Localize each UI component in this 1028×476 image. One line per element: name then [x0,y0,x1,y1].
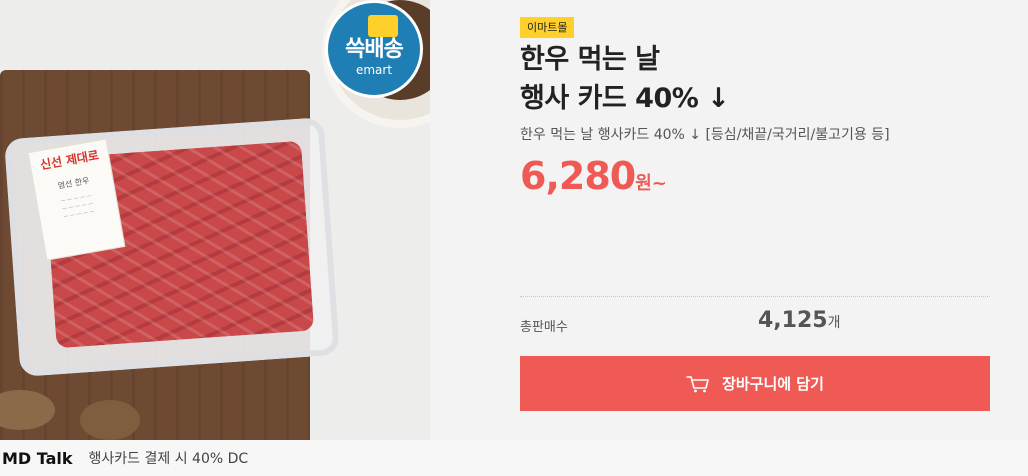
price-unit: 원~ [635,173,667,194]
sales-count: 4,125개 [758,308,840,333]
sales-count-value: 4,125 [758,308,828,333]
product-title-line1: 한우 먹는 날 [520,44,660,75]
badge-main-text: 쓱배송 [345,37,404,62]
md-talk-title: MD Talk [2,448,73,468]
add-to-cart-button[interactable]: 장바구니에 담기 [520,356,990,411]
product-title-line2: 행사 카드 40% ↓ [520,83,730,114]
meat-tray: 신선 제대로 엄선 한우 — — — — — — — — — — — — — — — [4,117,340,377]
sales-count-label: 총판매수 [520,320,568,335]
price-value: 6,280 [520,154,636,198]
product-detail: 신선 제대로 엄선 한우 — — — — — — — — — — — — — — —… [0,0,1028,476]
package-label-title: 신선 제대로 [39,148,100,173]
price-row: 6,280원~ [520,154,667,200]
sales-count-unit: 개 [827,315,841,331]
product-title: 한우 먹는 날 행사 카드 40% ↓ [520,40,990,118]
package-label-fineprint: — — — — — — — — — — — — — — — [60,192,95,220]
divider [520,296,990,297]
seller-badge[interactable]: 이마트몰 [520,17,575,38]
product-subtitle: 한우 먹는 날 행사카드 40% ↓ [등심/채끝/국거리/불고기용 등] [520,127,890,143]
md-talk-text: 행사카드 결제 시 40% DC [88,451,249,467]
ssg-delivery-badge: 쓱배송 emart [325,0,423,98]
product-image[interactable]: 신선 제대로 엄선 한우 — — — — — — — — — — — — — — —… [0,0,430,440]
md-talk-bar: MD Talk 행사카드 결제 시 40% DC [0,440,1028,476]
badge-sub-text: emart [355,63,393,77]
add-to-cart-label: 장바구니에 담기 [722,375,824,393]
mushroom [80,400,140,440]
cart-icon [686,375,709,392]
